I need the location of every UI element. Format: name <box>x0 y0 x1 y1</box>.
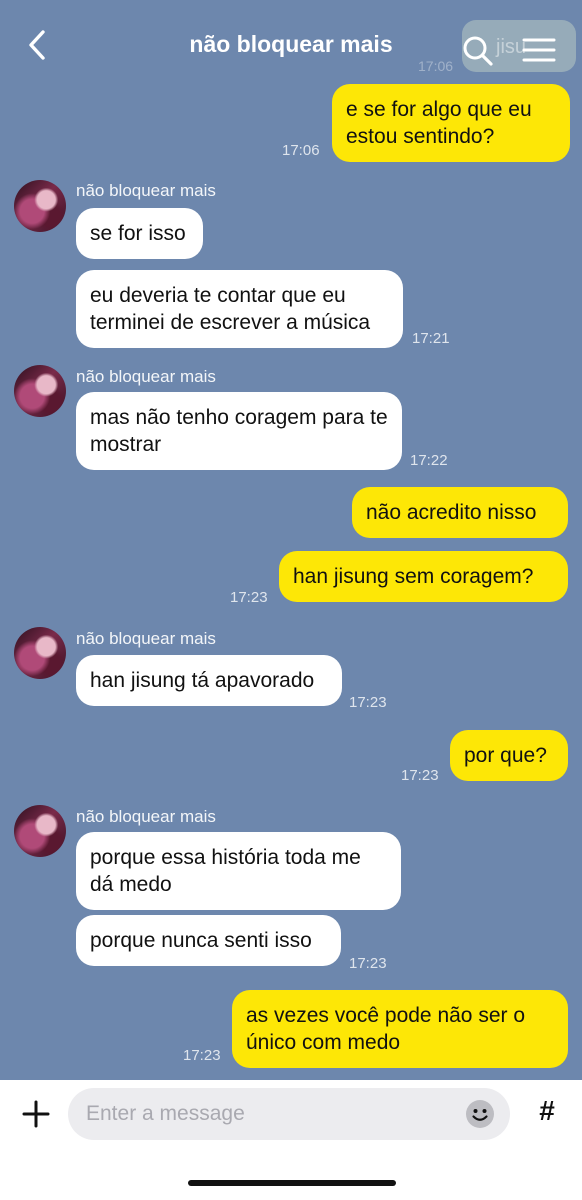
message-time: 17:23 <box>230 589 268 606</box>
message-bubble-incoming[interactable]: mas não tenho coragem para te mostrar <box>76 392 402 470</box>
hash-icon: # <box>539 1095 555 1126</box>
message-time: 17:06 <box>282 142 320 159</box>
message-bubble-outgoing[interactable]: não acredito nisso <box>352 487 568 538</box>
emoji-button[interactable] <box>464 1098 496 1130</box>
hash-button[interactable]: # <box>530 1094 564 1128</box>
message-text: eu deveria te contar que eu terminei de … <box>90 284 371 334</box>
message-bubble-incoming[interactable]: han jisung tá apavorado <box>76 655 342 706</box>
message-time: 17:22 <box>410 452 448 469</box>
message-text: se for isso <box>90 222 186 245</box>
message-text: mas não tenho coragem para te mostrar <box>90 406 388 456</box>
message-time: 17:23 <box>183 1047 221 1064</box>
message-bubble-outgoing[interactable]: han jisung sem coragem? <box>279 551 568 602</box>
menu-icon <box>522 38 556 62</box>
message-composer: # <box>0 1080 582 1200</box>
message-input-container <box>68 1088 510 1140</box>
message-bubble-incoming[interactable]: porque essa história toda me dá medo <box>76 832 401 910</box>
avatar[interactable] <box>14 627 66 679</box>
message-text: han jisung sem coragem? <box>293 565 534 588</box>
message-text: não acredito nisso <box>366 501 537 524</box>
attach-button[interactable] <box>18 1096 54 1132</box>
message-bubble-outgoing[interactable]: e se for algo que eu estou sentindo? <box>332 84 570 162</box>
message-text: porque essa história toda me dá medo <box>90 846 361 896</box>
avatar[interactable] <box>14 365 66 417</box>
plus-icon <box>22 1100 50 1128</box>
message-text: porque nunca senti isso <box>90 929 312 952</box>
message-time: 17:23 <box>401 767 439 784</box>
emoji-icon <box>466 1100 494 1128</box>
sender-name: não bloquear mais <box>76 367 216 386</box>
message-bubble-incoming[interactable]: se for isso <box>76 208 203 259</box>
message-bubble-outgoing[interactable]: as vezes você pode não ser o único com m… <box>232 990 568 1068</box>
search-icon <box>463 36 493 66</box>
message-bubble-outgoing[interactable]: por que? <box>450 730 568 781</box>
menu-button[interactable] <box>522 36 556 64</box>
message-time: 17:23 <box>349 955 387 972</box>
avatar[interactable] <box>14 805 66 857</box>
chat-header: jisu 17:06 não bloquear mais <box>0 0 582 84</box>
home-indicator[interactable] <box>188 1180 396 1186</box>
message-time: 17:21 <box>412 330 450 347</box>
message-text: han jisung tá apavorado <box>90 669 315 692</box>
message-bubble-incoming[interactable]: eu deveria te contar que eu terminei de … <box>76 270 403 348</box>
search-button[interactable] <box>462 34 494 68</box>
chat-title: não bloquear mais <box>189 31 393 57</box>
overlapping-chat-preview-time: 17:06 <box>418 58 454 74</box>
message-input[interactable] <box>86 1088 466 1140</box>
message-time: 17:23 <box>349 694 387 711</box>
sender-name: não bloquear mais <box>76 629 216 648</box>
message-text: por que? <box>464 744 547 767</box>
message-text: as vezes você pode não ser o único com m… <box>246 1004 526 1054</box>
message-bubble-incoming[interactable]: porque nunca senti isso <box>76 915 341 966</box>
message-text: e se for algo que eu estou sentindo? <box>346 98 532 148</box>
sender-name: não bloquear mais <box>76 807 216 826</box>
avatar[interactable] <box>14 180 66 232</box>
sender-name: não bloquear mais <box>76 181 216 200</box>
